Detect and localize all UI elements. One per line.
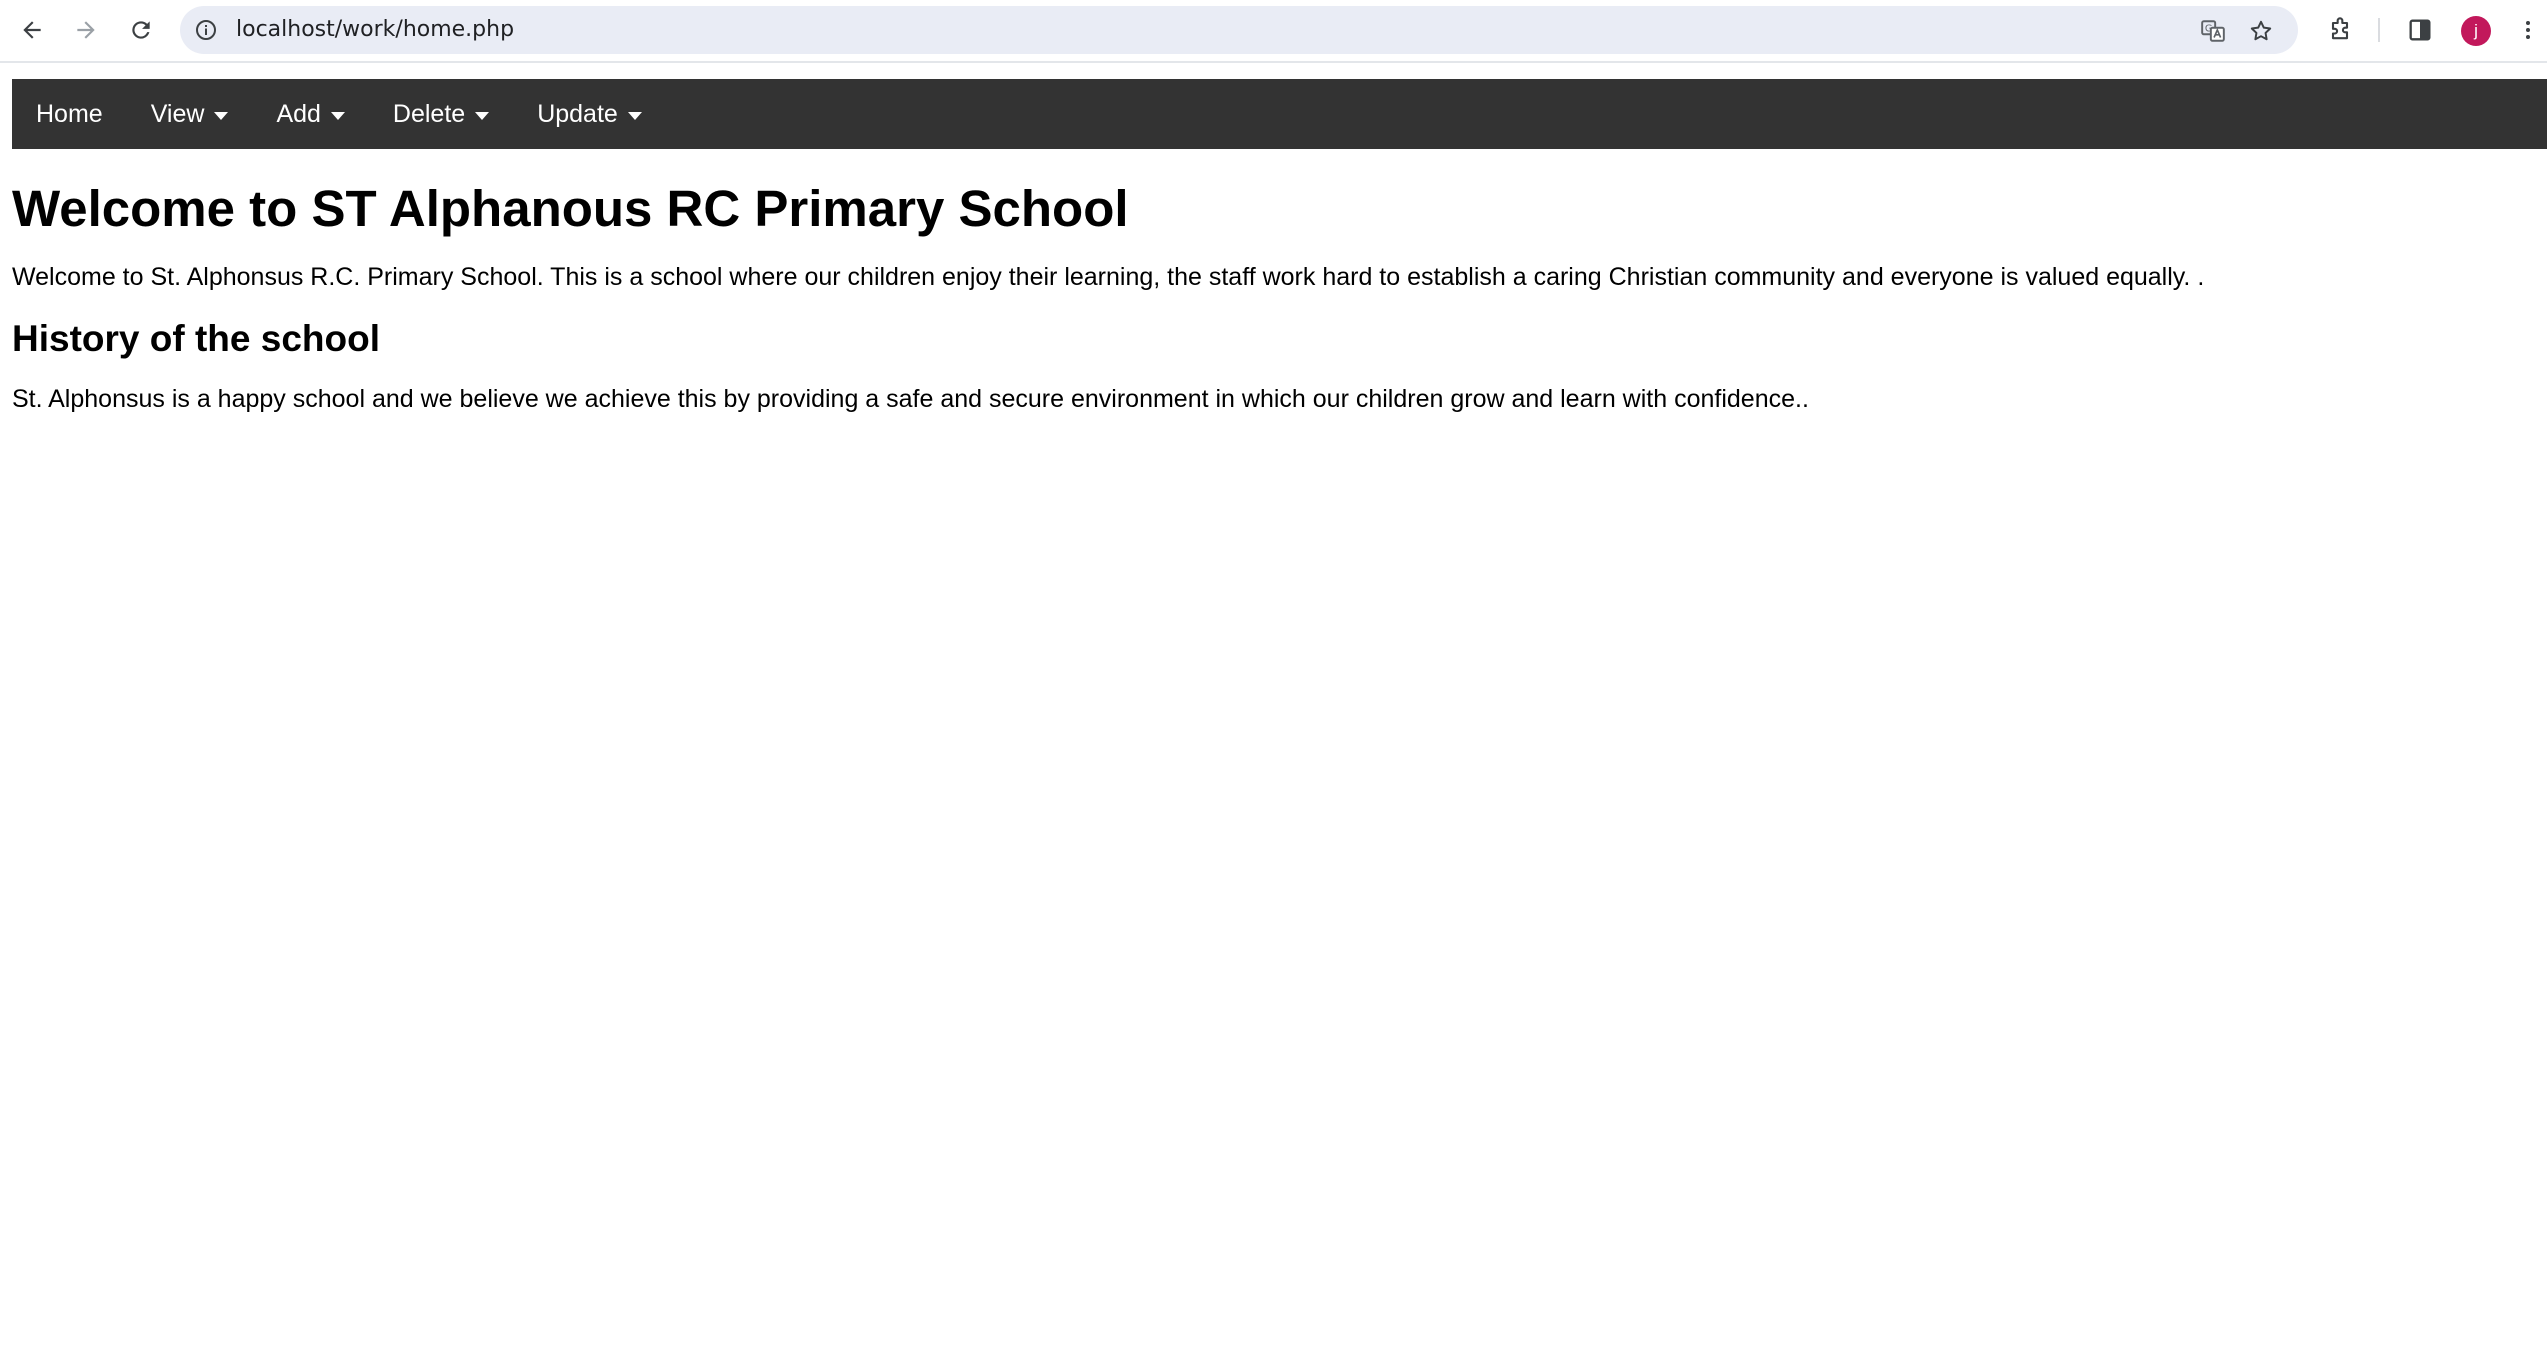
star-icon[interactable] bbox=[2248, 18, 2274, 44]
translate-icon[interactable]: G bbox=[2200, 18, 2226, 44]
reload-icon bbox=[132, 21, 150, 39]
reload-button[interactable] bbox=[123, 12, 159, 48]
nav-home[interactable]: Home bbox=[12, 79, 127, 149]
puzzle-icon[interactable] bbox=[2326, 16, 2354, 44]
profile-avatar[interactable]: j bbox=[2461, 16, 2491, 46]
history-paragraph: St. Alphonsus is a happy school and we b… bbox=[12, 385, 1809, 413]
address-bar[interactable]: localhost/work/home.php G bbox=[180, 6, 2298, 54]
caret-down-icon[interactable] bbox=[627, 111, 642, 120]
nav-add-dropdown[interactable]: Add bbox=[252, 79, 368, 149]
info-icon[interactable] bbox=[194, 18, 218, 42]
nav-delete-dropdown[interactable]: Delete bbox=[369, 79, 513, 149]
nav-add-label[interactable]: Add bbox=[276, 79, 320, 149]
page-content: Welcome to ST Alphanous RC Primary Schoo… bbox=[12, 149, 2512, 414]
browser-toolbar: localhost/work/home.php G j bbox=[0, 0, 2547, 63]
nav-update-dropdown[interactable]: Update bbox=[513, 79, 666, 149]
page-title: Welcome to ST Alphanous RC Primary Schoo… bbox=[12, 180, 1129, 237]
nav-home-label[interactable]: Home bbox=[36, 79, 103, 149]
nav-update-label[interactable]: Update bbox=[537, 79, 618, 149]
caret-down-icon[interactable] bbox=[475, 111, 490, 120]
side-panel-icon[interactable] bbox=[2406, 16, 2434, 44]
caret-down-icon[interactable] bbox=[330, 111, 345, 120]
kebab-menu-icon[interactable] bbox=[2516, 16, 2540, 44]
caret-down-icon[interactable] bbox=[214, 111, 229, 120]
url-text[interactable]: localhost/work/home.php bbox=[236, 6, 514, 54]
toolbar-divider bbox=[2378, 18, 2380, 42]
main-nav-bar: Home View Add Delete Update bbox=[12, 79, 2547, 149]
nav-view-dropdown[interactable]: View bbox=[127, 79, 253, 149]
back-button[interactable] bbox=[14, 12, 50, 48]
intro-paragraph: Welcome to St. Alphonsus R.C. Primary Sc… bbox=[12, 263, 2205, 291]
arrow-right-icon bbox=[77, 21, 95, 39]
arrow-left-icon bbox=[23, 21, 41, 39]
nav-delete-label[interactable]: Delete bbox=[393, 79, 465, 149]
forward-button[interactable] bbox=[68, 12, 104, 48]
history-heading: History of the school bbox=[12, 318, 380, 359]
nav-view-label[interactable]: View bbox=[151, 79, 205, 149]
